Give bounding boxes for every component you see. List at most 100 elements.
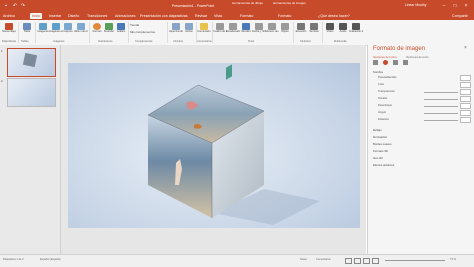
- section-artistic-effects[interactable]: Efectos artísticos: [373, 163, 394, 167]
- tab-formato-imagen[interactable]: Formato: [278, 13, 291, 19]
- cabin-door-graphic: [226, 64, 232, 80]
- angle-slider[interactable]: [424, 113, 458, 114]
- object-icon: [281, 23, 289, 30]
- language-indicator[interactable]: Español (España): [40, 258, 61, 261]
- section-3d-rotation[interactable]: Giro 3D: [373, 156, 383, 160]
- object-button[interactable]: Objeto: [278, 22, 292, 40]
- chart-button[interactable]: Gráfico: [114, 22, 128, 40]
- tab-formato-dibujo[interactable]: Formato: [240, 13, 253, 19]
- zoom-level[interactable]: 73 %: [450, 258, 456, 261]
- user-name[interactable]: Linear Mouthy: [405, 3, 427, 7]
- size-properties-icon[interactable]: [393, 60, 398, 65]
- tell-me-box[interactable]: ¿Qué desea hacer?: [318, 13, 350, 19]
- tab-animaciones[interactable]: Animaciones: [115, 13, 136, 19]
- wordart-button[interactable]: WordArt: [239, 22, 253, 40]
- audio-button[interactable]: Audio: [336, 22, 350, 40]
- slide-number-button[interactable]: Número de diapositiva: [265, 22, 279, 40]
- table-icon: [23, 23, 31, 30]
- section-shadow[interactable]: Sombra: [373, 70, 383, 74]
- slideshow-icon[interactable]: [372, 258, 379, 264]
- symbol-button[interactable]: Símbolo: [307, 22, 321, 40]
- tab-insertar[interactable]: Insertar: [49, 13, 61, 19]
- comment-button[interactable]: Comentario: [197, 22, 211, 40]
- number-icon: [268, 23, 276, 30]
- group-label-tables: Tablas: [21, 40, 29, 43]
- slide-thumbnail-2[interactable]: [7, 78, 56, 107]
- header-footer-button[interactable]: Encabezado: [226, 22, 240, 40]
- redo-icon[interactable]: ↷: [19, 2, 27, 10]
- tab-presentacion[interactable]: Presentación con diapositivas: [140, 13, 188, 19]
- table-button[interactable]: Tabla: [20, 22, 34, 40]
- notes-button[interactable]: Notas: [300, 258, 307, 261]
- maximize-icon[interactable]: □: [451, 2, 459, 10]
- store-button[interactable]: Tienda: [130, 23, 139, 27]
- picture-icon[interactable]: [403, 60, 408, 65]
- group-label-symbols: Símbolos: [300, 40, 311, 43]
- tab-inicio[interactable]: Inicio: [30, 13, 43, 19]
- action-button[interactable]: Acción: [182, 22, 196, 40]
- album-icon: [77, 23, 85, 30]
- section-reflection[interactable]: Reflejo: [373, 128, 382, 132]
- action-icon: [185, 23, 193, 30]
- thumb-number: 2: [1, 79, 3, 83]
- tab-vista[interactable]: Vista: [214, 13, 222, 19]
- tab-transiciones[interactable]: Transiciones: [87, 13, 107, 19]
- slide-thumbnail-1[interactable]: [7, 48, 56, 77]
- screen-recording-button[interactable]: Grabación de pantalla: [349, 22, 363, 40]
- comments-button[interactable]: Comentarios: [316, 258, 331, 261]
- effects-icon[interactable]: [383, 60, 388, 65]
- close-pane-icon[interactable]: ×: [464, 45, 467, 51]
- angle-input[interactable]: [460, 110, 471, 116]
- minimize-icon[interactable]: –: [440, 2, 448, 10]
- group-label-illustrations: Ilustraciones: [98, 40, 113, 43]
- presets-dropdown[interactable]: [460, 75, 471, 81]
- row-blur: Desenfoque: [378, 104, 392, 107]
- zoom-slider[interactable]: [385, 260, 445, 261]
- row-transparency: Transparencia: [378, 90, 395, 93]
- size-slider[interactable]: [424, 99, 458, 100]
- normal-view-icon[interactable]: [345, 258, 352, 264]
- hyperlink-button[interactable]: Hipervínculo: [169, 22, 183, 40]
- new-slide-button[interactable]: Nueva diapositiva: [2, 22, 16, 40]
- row-angle: Ángulo: [378, 111, 387, 114]
- cube-thumbnail-icon: [22, 52, 38, 68]
- blur-input[interactable]: [460, 103, 471, 109]
- fill-line-icon[interactable]: [373, 60, 378, 65]
- reading-view-icon[interactable]: [363, 258, 370, 264]
- section-glow[interactable]: Iluminación: [373, 135, 387, 139]
- textbox-button[interactable]: Cuadro de texto: [213, 22, 227, 40]
- chart-icon: [117, 23, 125, 30]
- equation-button[interactable]: Ecuación: [294, 22, 308, 40]
- wordart-icon: [242, 23, 250, 30]
- close-icon[interactable]: ×: [462, 2, 470, 10]
- blur-slider[interactable]: [424, 106, 458, 107]
- distance-input[interactable]: [460, 117, 471, 123]
- undo-icon[interactable]: ↶: [11, 2, 19, 10]
- tab-archivo[interactable]: Archivo: [3, 13, 15, 19]
- group-label-links: Vínculos: [173, 40, 183, 43]
- my-addins-button[interactable]: Mis complementos: [130, 30, 155, 34]
- transparency-input[interactable]: [460, 89, 471, 95]
- pi-icon: [297, 23, 305, 30]
- slide[interactable]: [68, 63, 360, 228]
- photo-album-button[interactable]: Álbum de fotografías: [74, 22, 88, 40]
- row-size: Tamaño: [378, 97, 388, 100]
- section-soft-edges[interactable]: Bordes suaves: [373, 142, 392, 146]
- color-picker[interactable]: [460, 82, 471, 88]
- screenshot-button[interactable]: Captura: [61, 22, 75, 40]
- tab-shape-options[interactable]: Opciones de forma: [373, 55, 397, 59]
- pictures-button[interactable]: Imágenes: [36, 22, 50, 40]
- distance-slider[interactable]: [424, 120, 458, 121]
- video-button[interactable]: Vídeo: [323, 22, 337, 40]
- tab-diseno[interactable]: Diseño: [68, 13, 79, 19]
- section-3d-format[interactable]: Formato 3D: [373, 149, 388, 153]
- save-icon[interactable]: ▪: [2, 2, 10, 10]
- transparency-slider[interactable]: [424, 92, 458, 93]
- photo-cube[interactable]: [68, 63, 360, 228]
- share-button[interactable]: Compartir: [452, 13, 468, 19]
- tab-revisar[interactable]: Revisar: [195, 13, 207, 19]
- date-time-button[interactable]: Fecha y hora: [252, 22, 266, 40]
- size-input[interactable]: [460, 96, 471, 102]
- tab-text-options[interactable]: Opciones de texto: [406, 55, 429, 59]
- slide-sorter-icon[interactable]: [354, 258, 361, 264]
